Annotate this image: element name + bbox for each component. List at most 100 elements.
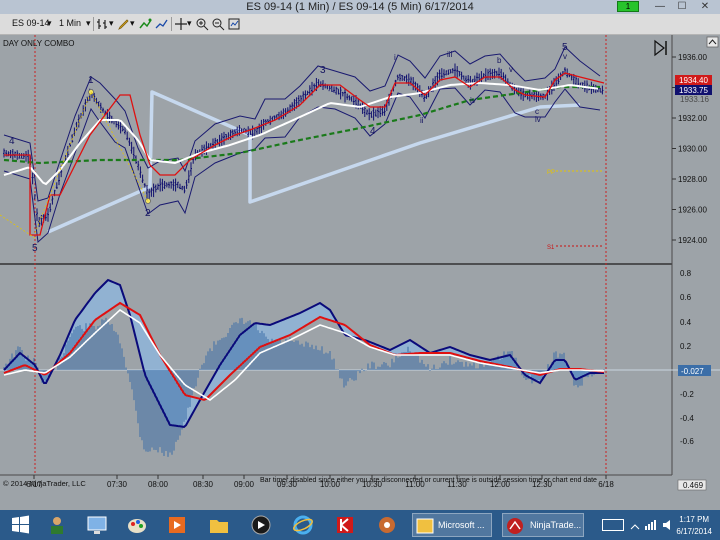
network-tray-icon[interactable]: [644, 518, 656, 536]
price-axis-label: 1924.00: [678, 236, 707, 245]
panel-collapse-icon[interactable]: [706, 36, 719, 48]
pivot-s1-label: S1: [547, 245, 555, 251]
drawing-dropdown-icon[interactable]: ▾: [130, 18, 135, 29]
title-bar: ES 09-14 (1 Min) / ES 09-14 (5 Min) 6/17…: [0, 0, 720, 14]
wave-label-v-b: v: [563, 52, 567, 61]
wave-label-b: b: [497, 56, 502, 65]
osc-axis-label: 0.6: [680, 293, 692, 302]
time-axis-label: 12:30: [532, 480, 553, 489]
pivot-pp-label: PP: [547, 170, 555, 176]
clock-date: 6/17/2014: [676, 527, 712, 536]
time-axis-label: 08:30: [193, 480, 214, 489]
zoom-out-icon[interactable]: [211, 17, 225, 31]
internet-explorer-icon[interactable]: [288, 513, 318, 537]
price-badge-gray-text: 1933.16: [680, 95, 709, 104]
user-app-icon[interactable]: [42, 513, 72, 537]
price-panel-background: [0, 35, 672, 263]
taskbar-microsoft-label: Microsoft ...: [438, 520, 485, 530]
osc-axis-label: 0.8: [680, 269, 692, 278]
price-axis-label: 1926.00: [678, 206, 707, 215]
maximize-button[interactable]: ☐: [672, 0, 692, 13]
wave-label-3: 3: [320, 65, 326, 76]
zoom-in-icon[interactable]: [195, 17, 209, 31]
chart-toolbar: ES 09-14 ▾ 1 Min ▾ ▾ ▾ ▾: [0, 14, 720, 35]
drawing-pencil-icon[interactable]: [117, 17, 131, 31]
clock-time: 1:17 PM: [679, 515, 710, 524]
keyboard-icon[interactable]: [602, 519, 624, 531]
osc-axis-label: 0.2: [680, 342, 692, 351]
osc-axis-label: -0.6: [680, 437, 694, 446]
wave-label-1: 1: [88, 75, 94, 86]
interval-selector[interactable]: 1 Min: [59, 18, 81, 28]
system-clock[interactable]: 1:17 PM 6/17/2014: [676, 514, 712, 538]
kaspersky-icon[interactable]: [330, 513, 360, 537]
osc-axis-label: -0.2: [680, 390, 694, 399]
session-label: DAY ONLY COMBO: [3, 39, 74, 48]
osc-axis-label: 0.4: [680, 318, 692, 327]
volume-tray-icon[interactable]: [662, 518, 674, 536]
wave-label-2: 2: [145, 208, 151, 219]
osc-value-badge-text: -0.027: [681, 367, 704, 376]
connection-status-indicator[interactable]: 1: [617, 1, 639, 12]
interval-dropdown-icon[interactable]: ▾: [86, 18, 91, 29]
price-badge-blue-text: 1933.75: [679, 86, 708, 95]
network-app-icon[interactable]: [372, 513, 402, 537]
time-axis-label: 08:00: [148, 480, 169, 489]
time-axis-label: 11:00: [405, 480, 425, 489]
wave-label-4a: 4: [9, 136, 15, 147]
taskbar-microsoft-app[interactable]: Microsoft ...: [412, 513, 492, 537]
wave-label-v-a: v: [509, 65, 513, 74]
time-axis-label: 12:00: [490, 480, 511, 489]
paint-icon[interactable]: [122, 513, 152, 537]
oscillator-histogram: [3, 317, 605, 457]
strategy-icon[interactable]: [154, 17, 168, 31]
instrument-selector[interactable]: ES 09-14: [12, 18, 50, 28]
price-axis-label: 1928.00: [678, 175, 707, 184]
wave-label-ii: ii: [420, 116, 424, 125]
wave-label-5a: 5: [32, 243, 38, 254]
file-explorer-icon[interactable]: [204, 513, 234, 537]
osc-axis-label: -0.4: [680, 414, 694, 423]
wave-label-iv-b: iv: [535, 115, 541, 124]
chart-area[interactable]: DAY ONLY COMBO PP S1 4 5 1 2 3 4 i ii ii…: [0, 35, 720, 492]
wave-label-4b: 4: [370, 126, 376, 137]
video-app-icon[interactable]: [246, 513, 276, 537]
time-axis-label: 07:30: [107, 480, 128, 489]
bar-type-icon[interactable]: [96, 17, 110, 31]
minimize-button[interactable]: —: [650, 0, 670, 13]
copyright-text: © 2014 NinjaTrader, LLC: [3, 479, 86, 488]
crosshair-icon[interactable]: [174, 17, 188, 31]
chart-properties-icon[interactable]: [227, 17, 241, 31]
toolbar-separator: [93, 17, 94, 31]
close-button[interactable]: ✕: [694, 0, 716, 13]
price-axis-label: 1932.00: [678, 114, 707, 123]
taskbar-ninjatrader[interactable]: NinjaTrade...: [502, 513, 584, 537]
wave-label-iv-a: iv: [470, 96, 476, 105]
time-axis-label: 6/18: [598, 480, 614, 489]
time-axis-label: 11:30: [447, 480, 467, 489]
windows-taskbar: Microsoft ... NinjaTrade... 1:17 PM 6/17…: [0, 510, 720, 540]
wave-pivot-dot: [145, 198, 151, 204]
time-axis-label: 10:30: [362, 480, 383, 489]
time-axis-label: 09:00: [234, 480, 255, 489]
wave-pivot-dot: [88, 89, 94, 95]
toolbar-separator: [171, 17, 172, 31]
price-badge-red-text: 1934.40: [679, 76, 708, 85]
wave-label-i: i: [394, 53, 396, 62]
osc-bottom-badge-text: 0.469: [683, 481, 704, 490]
time-axis-label: 09:30: [277, 480, 298, 489]
bar-type-dropdown-icon[interactable]: ▾: [109, 18, 114, 29]
taskbar-ninjatrader-label: NinjaTrade...: [530, 520, 582, 530]
instrument-dropdown-icon[interactable]: ▾: [47, 18, 52, 29]
crosshair-dropdown-icon[interactable]: ▾: [187, 18, 192, 29]
windows-start-button[interactable]: [6, 513, 36, 537]
indicator-icon[interactable]: [138, 17, 152, 31]
price-axis-label: 1936.00: [678, 53, 707, 62]
price-axis-label: 1930.00: [678, 145, 707, 154]
window-title: ES 09-14 (1 Min) / ES 09-14 (5 Min) 6/17…: [246, 1, 474, 13]
tray-arrow-icon[interactable]: [630, 519, 640, 537]
remote-desktop-icon[interactable]: [82, 513, 112, 537]
wave-label-iii: iii: [447, 50, 453, 59]
time-axis-label: 6/17: [26, 480, 42, 489]
media-player-icon[interactable]: [162, 513, 192, 537]
